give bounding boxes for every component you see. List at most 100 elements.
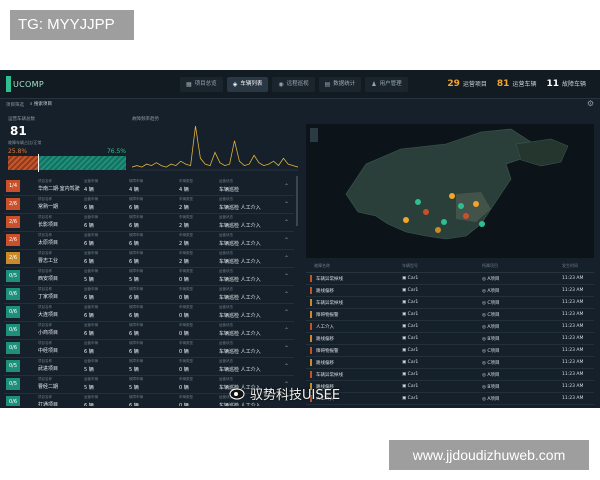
map-marker[interactable]	[473, 201, 479, 207]
fault-row[interactable]: 障碍物报警 ▣ Car1 ◎ C项目 11:23 AM	[306, 309, 594, 321]
eye-icon: ◉	[278, 81, 284, 88]
map-marker[interactable]	[435, 227, 441, 233]
column-caption: 故障车辆	[129, 395, 143, 399]
column-caption: 运营车辆	[84, 287, 98, 291]
fault-row[interactable]: 路线偏移 ▣ Car1 ◎ C项目 11:23 AM	[306, 357, 594, 369]
stat-value: 81	[496, 79, 510, 89]
project-name: 武进项目	[38, 366, 59, 372]
fault-name: 路线偏移	[316, 337, 334, 342]
chevron-up-icon[interactable]: ⌃	[284, 237, 289, 244]
project-row[interactable]: 2/6 项目名称 运营车辆 故障车辆 车辆类型 运营状态 常熟一期 6 辆 6 辆 2 辆 车辆巡检…	[4, 196, 294, 214]
column-caption: 故障车辆	[129, 251, 143, 255]
vehicle-map[interactable]	[306, 124, 594, 258]
column-caption: 故障车辆	[129, 377, 143, 381]
column-caption: 运营状态	[219, 233, 233, 237]
severity-stripe	[310, 311, 312, 318]
project-row[interactable]: 0/5 项目名称 运营车辆 故障车辆 车辆类型 运营状态 西安项目 5 辆 5 辆 0 辆 车辆巡检…	[4, 268, 294, 286]
project-list-scrollbar[interactable]	[296, 176, 298, 226]
project-row[interactable]: 2/6 项目名称 运营车辆 故障车辆 车辆类型 运营状态 曹志工业 6 辆 6 辆 2 辆 车辆巡检…	[4, 250, 294, 268]
column-caption: 项目名称	[38, 287, 52, 291]
fault-time: 11:23 AM	[562, 276, 584, 281]
chevron-up-icon[interactable]: ⌃	[284, 327, 289, 334]
fault-row[interactable]: 人工介入 ▣ Car1 ◎ A项目 11:23 AM	[306, 321, 594, 333]
chevron-up-icon[interactable]: ⌃	[284, 219, 289, 226]
nav-tab[interactable]: ◈ 车辆列表	[226, 77, 269, 92]
project-row[interactable]: 0/6 项目名称 运营车辆 故障车辆 车辆类型 运营状态 中经项目 6 辆 6 辆 0 辆 车辆巡检…	[4, 340, 294, 358]
column-caption: 故障车辆	[129, 323, 143, 327]
fault-proj: ◎ A项目	[482, 397, 500, 402]
fault-row[interactable]: 车辆异常掉线 ▣ Car1 ◎ A项目 11:23 AM	[306, 273, 594, 285]
project-row[interactable]: 0/6 项目名称 运营车辆 故障车辆 车辆类型 运营状态 大连项目 6 辆 6 辆 0 辆 车辆巡检…	[4, 304, 294, 322]
map-marker[interactable]	[403, 217, 409, 223]
nav-tab[interactable]: ◉ 远程巡视	[272, 77, 315, 92]
fault-time: 11:23 AM	[562, 336, 584, 341]
nav-tab-label: 车辆列表	[240, 81, 263, 87]
project-row[interactable]: 2/6 项目名称 运营车辆 故障车辆 车辆类型 运营状态 太原项目 6 辆 6 辆 2 辆 车辆巡检…	[4, 232, 294, 250]
chevron-up-icon[interactable]: ⌃	[284, 291, 289, 298]
nav-tab[interactable]: ▤ 数据统计	[318, 77, 362, 92]
project-name: 曹志工业	[38, 258, 59, 264]
fault-row[interactable]: 人工介入 ▣ Car1 ◎ A项目 11:23 AM	[306, 393, 594, 405]
map-marker[interactable]	[441, 219, 447, 225]
chevron-up-icon[interactable]: ⌃	[284, 201, 289, 208]
search-label: 搜索项目	[33, 102, 52, 107]
column-caption: 车辆类型	[179, 359, 193, 363]
fault-car: ▣ Car1	[402, 348, 419, 353]
column-caption: 运营车辆	[84, 197, 98, 201]
chevron-up-icon[interactable]: ⌃	[284, 255, 289, 262]
fault-row[interactable]: 障碍物报警 ▣ Car1 ◎ C项目 11:23 AM	[306, 345, 594, 357]
map-zoom-control[interactable]	[310, 128, 318, 142]
fault-row[interactable]: 路线偏移 ▣ Car1 ◎ B项目 11:23 AM	[306, 333, 594, 345]
column-caption: 车辆类型	[179, 323, 193, 327]
project-type: 0 辆	[179, 403, 189, 406]
fault-proj: ◎ A项目	[482, 277, 500, 282]
project-row[interactable]: 0/5 项目名称 运营车辆 故障车辆 车辆类型 运营状态 武进项目 5 辆 5 辆 0 辆 车辆巡检…	[4, 358, 294, 376]
project-state: 车辆巡检 人工介入	[219, 295, 261, 301]
column-caption: 运营车辆	[84, 215, 98, 219]
map-marker[interactable]	[463, 213, 469, 219]
nav-tab[interactable]: ♟ 用户管理	[365, 77, 408, 92]
chevron-up-icon[interactable]: ⌃	[284, 345, 289, 352]
fault-ratio-badge: 0/6	[6, 396, 20, 406]
project-row[interactable]: 0/6 项目名称 运营车辆 故障车辆 车辆类型 运营状态 小商项目 6 辆 6 辆 0 辆 车辆巡检…	[4, 322, 294, 340]
map-marker[interactable]	[415, 199, 421, 205]
map-marker[interactable]	[479, 221, 485, 227]
map-marker[interactable]	[423, 209, 429, 215]
project-type: 2 辆	[179, 241, 189, 247]
map-marker[interactable]	[458, 203, 464, 209]
project-type: 2 辆	[179, 259, 189, 265]
project-fault: 4 辆	[129, 187, 139, 193]
project-type: 0 辆	[179, 367, 189, 373]
column-caption: 运营状态	[219, 197, 233, 201]
stat-item: 11 故障车辆	[546, 79, 586, 89]
chevron-up-icon[interactable]: ⌃	[284, 273, 289, 280]
fault-name: 车辆异常掉线	[316, 373, 343, 378]
chevron-up-icon[interactable]: ⌃	[284, 309, 289, 316]
chevron-up-icon[interactable]: ⌃	[284, 363, 289, 370]
fault-row[interactable]: 车辆异常掉线 ▣ Car1 ◎ A项目 11:23 AM	[306, 369, 594, 381]
search-icon: ⌕	[30, 102, 33, 107]
stat-label: 故障车辆	[561, 81, 586, 88]
stat-value: 11	[546, 79, 559, 89]
project-row[interactable]: 2/6 项目名称 运营车辆 故障车辆 车辆类型 运营状态 长影项目 6 辆 6 辆 2 辆 车辆巡检…	[4, 214, 294, 232]
car-icon: ◈	[232, 81, 238, 88]
map-marker[interactable]	[449, 193, 455, 199]
chevron-up-icon[interactable]: ⌃	[284, 183, 289, 190]
user-icon: ♟	[371, 81, 377, 88]
column-caption: 运营状态	[219, 341, 233, 345]
project-row[interactable]: 0/6 项目名称 运营车辆 故障车辆 车辆类型 运营状态 丁家项目 6 辆 6 辆 0 辆 车辆巡检…	[4, 286, 294, 304]
fault-row[interactable]: 路线偏移 ▣ Car1 ◎ B项目 11:23 AM	[306, 381, 594, 393]
nav-tab[interactable]: ▦ 项目总览	[180, 77, 223, 92]
fault-time: 11:23 AM	[562, 324, 584, 329]
column-caption: 故障车辆	[129, 179, 143, 183]
fault-table: 故障名称 车辆型号 所属项目 发生时间 车辆异常掉线 ▣ Car1 ◎ A项目 11:23 …	[306, 260, 594, 408]
search-button[interactable]: ⌕ 搜索项目	[30, 101, 52, 107]
fault-row[interactable]: 车辆异常掉线 ▣ Car1 ◎ C项目 11:23 AM	[306, 297, 594, 309]
fault-row[interactable]: 路线偏移 ▣ Car1 ◎ A项目 11:23 AM	[306, 285, 594, 297]
column-caption: 运营车辆	[84, 341, 98, 345]
severity-stripe	[310, 287, 312, 294]
project-type: 0 辆	[179, 277, 189, 283]
settings-icon[interactable]: ⚙	[587, 99, 594, 108]
project-row[interactable]: 1/4 项目名称 运营车辆 故障车辆 车辆类型 运营状态 华南二期·室内驾驶 4 辆 4 辆 4 …	[4, 178, 294, 196]
project-name: 中经项目	[38, 348, 59, 354]
